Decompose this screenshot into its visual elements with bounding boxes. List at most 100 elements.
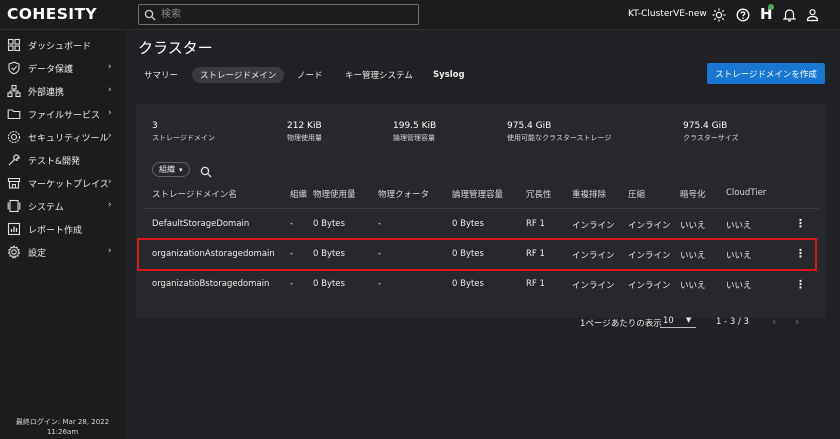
- last-login-time: 11:26am: [46, 428, 79, 436]
- row-actions-menu-icon[interactable]: ⋮: [795, 278, 806, 291]
- top-bar: COHESITY KT-ClusterVE-new H: [0, 0, 840, 30]
- cell-encryption: いいえ: [680, 281, 706, 291]
- cluster-name[interactable]: KT-ClusterVE-new: [628, 9, 707, 19]
- security-icon: [7, 130, 21, 144]
- tools-icon: [8, 154, 20, 166]
- stat-label: クラスターサイズ: [683, 134, 739, 142]
- cell-compression: インライン: [628, 281, 671, 291]
- sidebar-item-label: テスト&開発: [28, 157, 81, 167]
- chevron-right-icon: ›: [108, 177, 112, 187]
- rows-per-page-select[interactable]: 10 ▼: [660, 314, 696, 328]
- stat-label: 物理使用量: [287, 134, 322, 142]
- chevron-right-icon: ›: [108, 85, 112, 95]
- shield-icon: [8, 61, 20, 75]
- page-title: クラスター: [138, 39, 213, 57]
- sidebar-item-data-protection[interactable]: データ保護 ›: [0, 57, 125, 79]
- column-header-name[interactable]: ストレージドメイン名: [152, 188, 237, 200]
- stat-value: 199.5 KiB: [393, 121, 437, 131]
- cell-cloudtier: いいえ: [726, 221, 752, 231]
- stat-value: 3: [152, 121, 158, 131]
- theme-toggle[interactable]: [711, 7, 727, 23]
- search-icon: [200, 166, 212, 178]
- help-button[interactable]: [735, 7, 751, 23]
- organization-filter[interactable]: 組織 ▾: [152, 162, 190, 177]
- last-login: 最終ログイン: Mar 28, 2022 11:26am: [0, 417, 125, 437]
- stat-value: 975.4 GiB: [683, 121, 728, 131]
- user-icon: [806, 9, 818, 22]
- marketplace-icon: [7, 177, 21, 189]
- last-login-date: 最終ログイン: Mar 28, 2022: [15, 418, 110, 426]
- search-input[interactable]: [161, 6, 411, 23]
- cell-deduplication: インライン: [572, 281, 615, 291]
- sidebar-item-reporting[interactable]: レポート作成: [0, 218, 125, 240]
- rows-per-page-value: 10: [663, 316, 674, 326]
- cell-logical-capacity: 0 Bytes: [452, 279, 484, 289]
- sidebar-item-system[interactable]: システム ›: [0, 195, 125, 217]
- chevron-right-icon: ›: [108, 108, 112, 118]
- column-header-logical-capacity[interactable]: 論理管理容量: [452, 188, 503, 200]
- table-search-button[interactable]: [200, 163, 212, 182]
- column-header-physical-quota[interactable]: 物理クォータ: [378, 188, 429, 200]
- cell-name[interactable]: organizatioBstoragedomain: [152, 279, 269, 289]
- cohesity-logo[interactable]: COHESITY: [7, 5, 97, 23]
- sidebar-item-label: 外部連携: [28, 88, 65, 98]
- cell-logical-capacity: 0 Bytes: [452, 219, 484, 229]
- help-icon: [736, 8, 750, 22]
- sidebar-item-integrations[interactable]: 外部連携 ›: [0, 80, 125, 102]
- chevron-right-icon: ›: [108, 62, 112, 72]
- sidebar-item-label: システム: [28, 203, 64, 213]
- column-header-cloudtier[interactable]: CloudTier: [726, 188, 766, 198]
- column-header-organization[interactable]: 組織: [290, 188, 307, 200]
- sidebar-item-marketplace[interactable]: マーケットプレイス ›: [0, 172, 125, 194]
- chevron-down-icon: ▾: [179, 165, 183, 174]
- previous-page-button[interactable]: ‹: [772, 315, 776, 328]
- dashboard-icon: [7, 38, 21, 52]
- cell-compression: インライン: [628, 221, 671, 231]
- filter-label: 組織: [159, 165, 175, 174]
- cell-physical-quota: -: [378, 219, 382, 229]
- cell-cloudtier: いいえ: [726, 281, 752, 291]
- column-header-compression[interactable]: 圧縮: [628, 188, 645, 200]
- search-icon: [144, 9, 156, 21]
- sidebar-item-label: レポート作成: [28, 226, 83, 236]
- column-header-deduplication[interactable]: 重複排除: [572, 188, 606, 200]
- cell-redundancy: RF 1: [526, 279, 545, 289]
- stat-label: 論理管理容量: [393, 134, 435, 142]
- stat-label: ストレージドメイン: [152, 134, 215, 142]
- tab-key-management[interactable]: キー管理システム: [345, 67, 413, 83]
- tab-storage-domains[interactable]: ストレージドメイン: [192, 67, 285, 83]
- tab-summary[interactable]: サマリー: [144, 67, 178, 83]
- column-header-encryption[interactable]: 暗号化: [680, 188, 706, 200]
- tab-nodes[interactable]: ノード: [297, 67, 323, 83]
- status-dot-icon: [768, 4, 774, 10]
- cell-physical-quota: -: [378, 279, 382, 289]
- user-menu-button[interactable]: [804, 7, 820, 23]
- rows-per-page-label: 1ページあたりの表示: [580, 319, 662, 329]
- stat-value: 212 KiB: [287, 121, 322, 131]
- chevron-down-icon: ▼: [686, 316, 692, 324]
- column-header-redundancy[interactable]: 冗長性: [526, 188, 552, 200]
- create-storage-domain-button[interactable]: ストレージドメインを作成: [707, 63, 825, 84]
- sidebar-item-dashboard[interactable]: ダッシュボード: [0, 34, 125, 56]
- sun-icon: [712, 8, 726, 22]
- cell-encryption: いいえ: [680, 221, 706, 231]
- sidebar-item-file-services[interactable]: ファイルサービス ›: [0, 103, 125, 125]
- sidebar-item-test-dev[interactable]: テスト&開発: [0, 149, 125, 171]
- sidebar-item-label: マーケットプレイス: [28, 180, 109, 190]
- notifications-button[interactable]: [781, 7, 797, 23]
- folder-icon: [7, 109, 21, 120]
- system-icon: [7, 199, 21, 213]
- column-header-physical-usage[interactable]: 物理使用量: [313, 188, 356, 200]
- sidebar-item-security-tools[interactable]: セキュリティツール ›: [0, 126, 125, 148]
- bell-icon: [782, 9, 796, 22]
- sidebar-item-settings[interactable]: 設定 ›: [0, 241, 125, 263]
- row-actions-menu-icon[interactable]: ⋮: [795, 217, 806, 230]
- cell-organization: -: [290, 279, 294, 289]
- stat-label: 使用可能なクラスターストレージ: [507, 134, 612, 142]
- sidebar-item-label: セキュリティツール: [28, 134, 109, 144]
- tab-syslog[interactable]: Syslog: [433, 67, 465, 83]
- next-page-button[interactable]: ›: [795, 315, 799, 328]
- pagination-range: 1 - 3 / 3: [716, 317, 749, 327]
- global-search[interactable]: [138, 4, 419, 25]
- cell-name[interactable]: DefaultStorageDomain: [152, 219, 249, 229]
